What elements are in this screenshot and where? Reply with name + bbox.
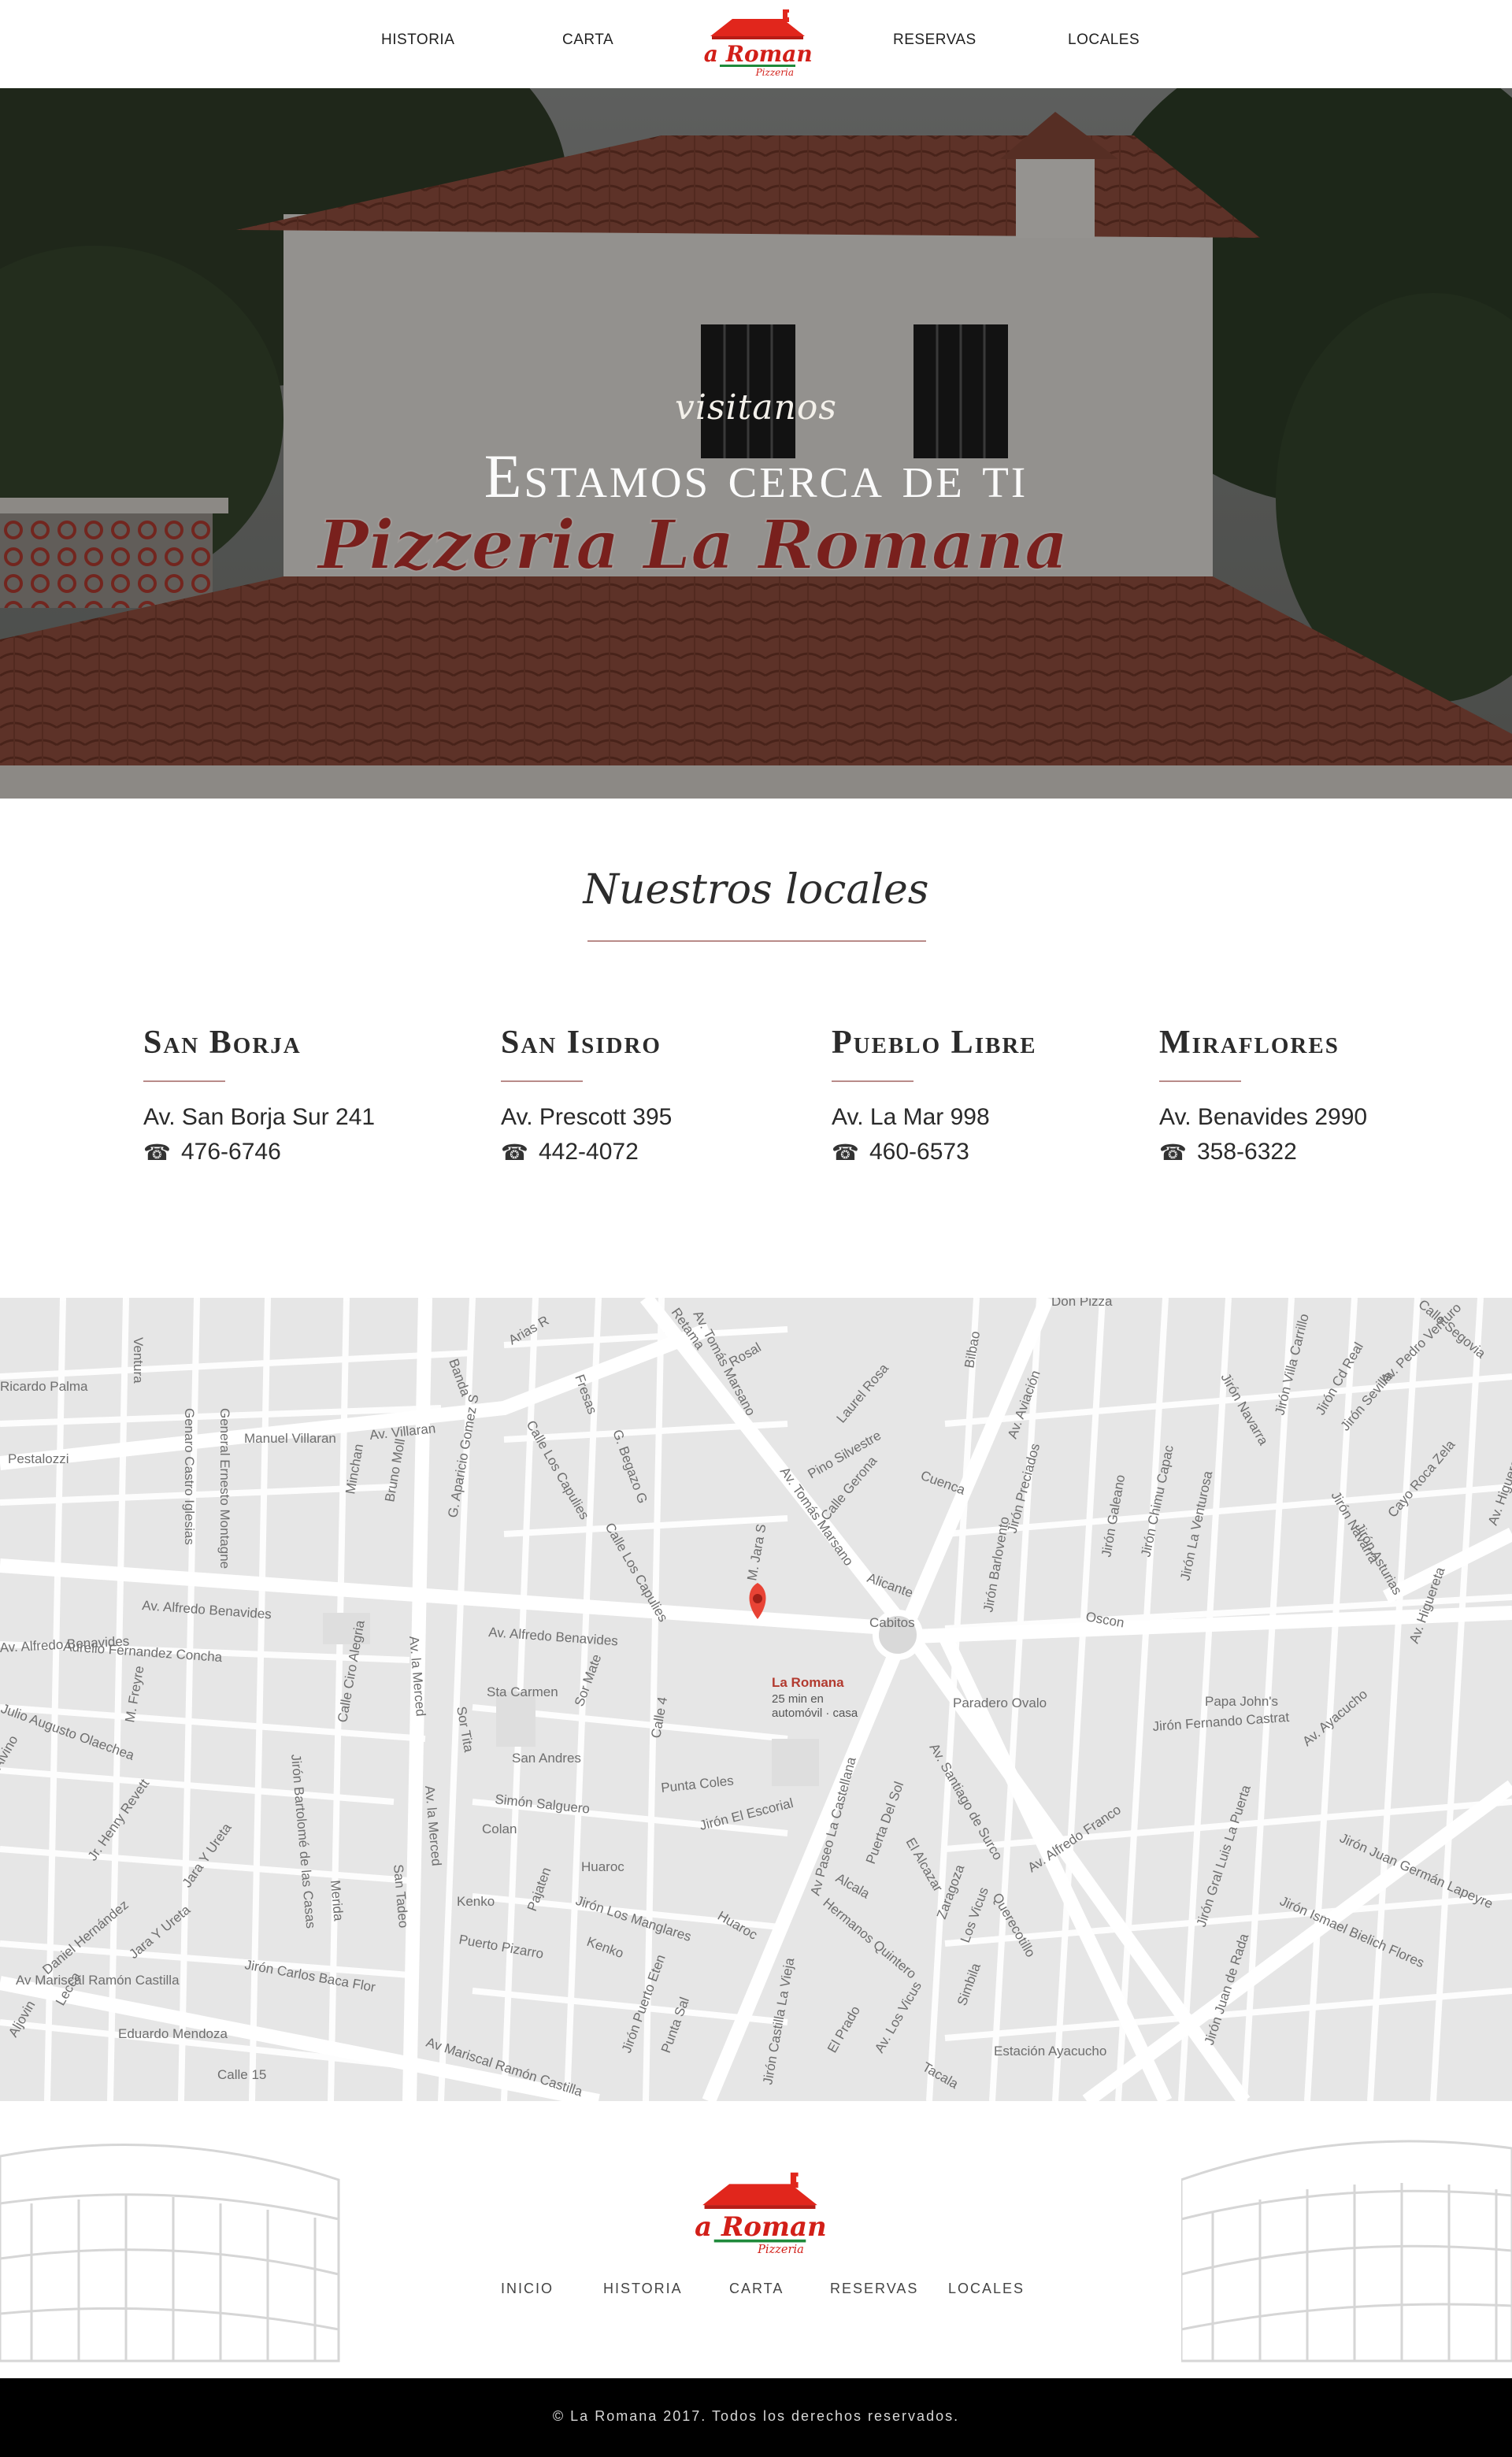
locale-name: Pueblo Libre <box>832 1025 1037 1061</box>
locale-divider <box>1159 1080 1241 1082</box>
locale-name: Miraflores <box>1159 1025 1340 1061</box>
locale-name: San Isidro <box>501 1025 662 1061</box>
footer-logo-sub: Pizzeria <box>757 2243 804 2256</box>
locale-phone: ☎ 460-6573 <box>832 1139 1147 1166</box>
street-label: Manuel Villaran <box>244 1431 336 1446</box>
street-label: Genaro Castro Iglesias <box>182 1408 197 1545</box>
locale-card-miraflores: Miraflores Av. Benavides 2990 ☎ 358-6322 <box>1159 1024 1474 1166</box>
colosseum-left-icon <box>0 2143 340 2362</box>
phone-icon: ☎ <box>832 1140 859 1165</box>
street-label: Huaroc <box>581 1859 624 1874</box>
street-label: General Ernesto Montagne <box>217 1408 232 1569</box>
poi-papa-johns: Papa John's <box>1205 1694 1278 1709</box>
locale-card-pueblo-libre: Pueblo Libre Av. La Mar 998 ☎ 460-6573 <box>832 1024 1147 1166</box>
nav-carta[interactable]: CARTA <box>562 32 613 49</box>
street-label: Sta Carmen <box>487 1684 558 1699</box>
locale-phone: ☎ 476-6746 <box>143 1139 458 1166</box>
street-label: Av Mariscal Ramón Castilla <box>16 1973 180 1988</box>
street-label: Colan <box>482 1821 517 1836</box>
copyright-text: © La Romana 2017. Todos los derechos res… <box>552 2408 960 2424</box>
locale-name: San Borja <box>143 1025 302 1061</box>
locale-phone-number: 442-4072 <box>539 1139 639 1165</box>
nav-reservas[interactable]: RESERVAS <box>893 32 976 49</box>
locale-phone-number: 358-6322 <box>1197 1139 1297 1165</box>
logo-icon: La Romana Pizzeria <box>687 9 827 78</box>
site-footer: La Romana Pizzeria INICIO HISTORIA CARTA… <box>0 2101 1512 2378</box>
site-header: HISTORIA CARTA La Romana Pizzeria RESERV… <box>0 0 1512 88</box>
logo-sub: Pizzeria <box>755 67 794 78</box>
street-label: Ventura <box>131 1337 146 1384</box>
phone-icon: ☎ <box>143 1140 171 1165</box>
footer-nav-reservas[interactable]: RESERVAS <box>830 2281 918 2297</box>
nav-historia[interactable]: HISTORIA <box>381 32 454 49</box>
locale-divider <box>501 1080 583 1082</box>
hero-subtitle: visitanos <box>675 387 837 428</box>
marker-note-2: automóvil · casa <box>772 1707 858 1720</box>
locale-card-san-isidro: San Isidro Av. Prescott 395 ☎ 442-4072 <box>501 1024 816 1166</box>
nav-locales[interactable]: LOCALES <box>1068 32 1140 49</box>
colosseum-right-icon <box>1181 2140 1512 2362</box>
hero-title: Estamos cerca de ti <box>484 442 1028 510</box>
poi-estacion-ayacucho: Estación Ayacucho <box>994 2044 1106 2059</box>
street-label: San Andres <box>512 1751 581 1766</box>
poi-don-pizza: Don Pizza <box>1051 1298 1113 1309</box>
logo-brand: La Romana <box>702 41 813 67</box>
locale-phone-number: 476-6746 <box>181 1139 281 1165</box>
footer-nav-carta[interactable]: CARTA <box>729 2281 784 2297</box>
marker-note-1: 25 min en <box>772 1692 824 1706</box>
footer-nav-historia[interactable]: HISTORIA <box>603 2281 683 2297</box>
phone-icon: ☎ <box>1159 1140 1187 1165</box>
poi-cabitos: Cabitos <box>869 1615 915 1630</box>
locale-phone-number: 460-6573 <box>869 1139 969 1165</box>
locales-title: Nuestros locales <box>583 866 929 914</box>
footer-nav-locales[interactable]: LOCALES <box>948 2281 1025 2297</box>
map-canvas[interactable]: Don Pizza Papa John's Paradero Ovalo Est… <box>0 1298 1512 2101</box>
logo[interactable]: La Romana Pizzeria <box>687 8 827 79</box>
footer-logo-brand: La Romana <box>693 2211 827 2243</box>
footer-nav-inicio[interactable]: INICIO <box>501 2281 554 2297</box>
marker-title: La Romana <box>772 1675 844 1690</box>
locale-phone: ☎ 358-6322 <box>1159 1139 1474 1166</box>
logo-icon: La Romana Pizzeria <box>675 2172 844 2256</box>
street-label: Kenko <box>457 1894 495 1909</box>
locale-address: Av. Benavides 2990 <box>1159 1104 1368 1130</box>
street-label: Calle 15 <box>217 2067 266 2082</box>
street-label: Pestalozzi <box>8 1451 69 1466</box>
phone-icon: ☎ <box>501 1140 528 1165</box>
footer-logo[interactable]: La Romana Pizzeria <box>675 2170 844 2257</box>
locale-divider <box>143 1080 225 1082</box>
locale-address: Av. Prescott 395 <box>501 1104 673 1130</box>
copyright-bar: © La Romana 2017. Todos los derechos res… <box>0 2378 1512 2457</box>
locale-card-san-borja: San Borja Av. San Borja Sur 241 ☎ 476-67… <box>143 1024 458 1166</box>
location-map[interactable]: Don Pizza Papa John's Paradero Ovalo Est… <box>0 1298 1512 2101</box>
locale-divider <box>832 1080 914 1082</box>
locale-address: Av. San Borja Sur 241 <box>143 1104 376 1130</box>
locale-phone: ☎ 442-4072 <box>501 1139 816 1166</box>
poi-paradero-ovalo: Paradero Ovalo <box>953 1695 1047 1710</box>
locales-title-underline <box>587 940 926 942</box>
street-label: Eduardo Mendoza <box>118 2026 228 2041</box>
hero-banner: Pizzeria La Romana visitanos Estamos cer… <box>0 88 1512 799</box>
street-label: Ricardo Palma <box>0 1379 88 1394</box>
locale-address: Av. La Mar 998 <box>832 1104 990 1130</box>
